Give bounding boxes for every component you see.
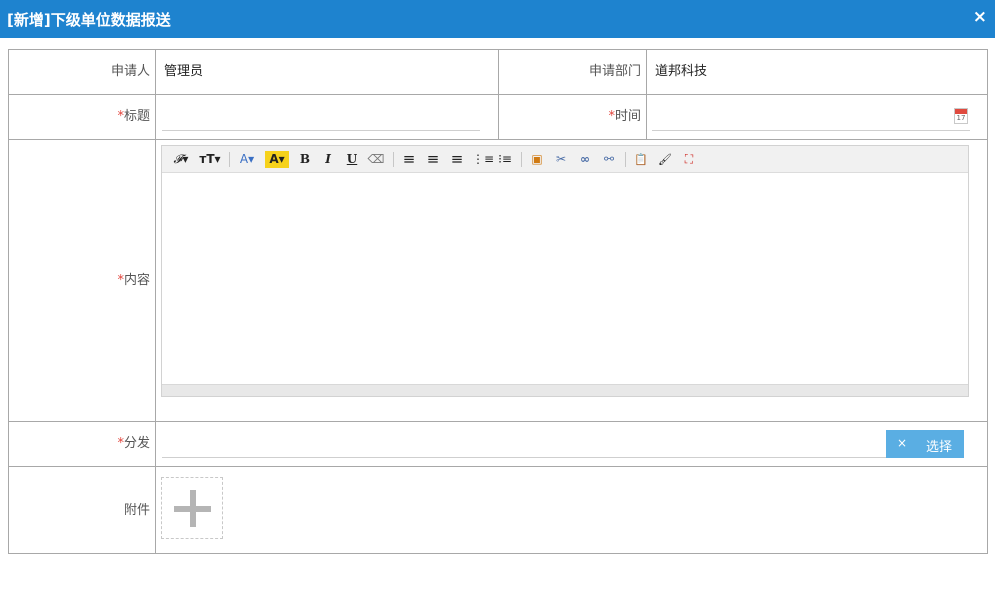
highlight-color-icon[interactable]: A▾ bbox=[265, 151, 289, 168]
distribute-input-underline bbox=[162, 457, 888, 458]
title-input[interactable] bbox=[162, 103, 480, 129]
clear-icon[interactable]: × bbox=[897, 436, 907, 450]
link-icon[interactable]: ∞ bbox=[576, 151, 594, 168]
title-input-underline bbox=[162, 130, 480, 131]
time-label: 时间 bbox=[614, 109, 641, 124]
unlink-icon[interactable]: ⚯ bbox=[600, 151, 618, 168]
content-label-cell: *内容 bbox=[9, 140, 155, 421]
unordered-list-icon[interactable]: ⁝≡ bbox=[496, 151, 514, 168]
time-cell: 17 bbox=[646, 95, 987, 139]
font-size-icon[interactable]: ᴛT▾ bbox=[198, 151, 222, 168]
ordered-list-icon[interactable]: ⋮≡ bbox=[472, 151, 494, 168]
distribute-label-cell: *分发 bbox=[9, 422, 155, 466]
paste-icon[interactable]: 📋 bbox=[632, 151, 650, 168]
content-label: 内容 bbox=[123, 273, 150, 288]
underline-icon[interactable]: U bbox=[344, 151, 360, 168]
time-label-cell: *时间 bbox=[498, 95, 646, 139]
font-family-icon[interactable]: 𝓕▾ bbox=[170, 151, 192, 168]
attachment-cell bbox=[155, 467, 987, 554]
dialog-titlebar: [新增]下级单位数据报送 × bbox=[0, 0, 995, 38]
editor-statusbar bbox=[162, 384, 968, 396]
upload-add-button[interactable] bbox=[161, 477, 223, 539]
bold-icon[interactable]: B bbox=[297, 151, 313, 168]
fullscreen-icon[interactable]: ⛶ bbox=[680, 151, 698, 168]
attachment-label: 附件 bbox=[123, 503, 150, 518]
time-input-underline bbox=[652, 130, 970, 131]
department-value: 道邦科技 bbox=[646, 50, 987, 94]
align-center-icon[interactable]: ≡ bbox=[424, 151, 442, 168]
applicant-label: 申请人 bbox=[110, 64, 150, 79]
distribute-cell bbox=[155, 422, 987, 466]
applicant-value: 管理员 bbox=[155, 50, 498, 94]
title-label: 标题 bbox=[123, 109, 150, 124]
rich-text-editor: 𝓕▾ ᴛT▾ A▾ A▾ B I U ⌫ ≡ ≡ ≡ ⋮≡ ⁝≡ ▣ ✂ ∞ ⚯ bbox=[161, 145, 969, 397]
brush-icon[interactable]: 🖌 bbox=[656, 151, 674, 168]
report-form: 申请人 管理员 申请部门 道邦科技 *标题 *时间 17 *内容 𝓕▾ ᴛT▾ bbox=[8, 49, 988, 554]
dialog-title: [新增]下级单位数据报送 bbox=[7, 11, 171, 29]
italic-icon[interactable]: I bbox=[320, 151, 336, 168]
select-button[interactable]: 选择 bbox=[926, 436, 952, 455]
title-label-cell: *标题 bbox=[9, 95, 155, 139]
eraser-icon[interactable]: ⌫ bbox=[367, 151, 385, 168]
calendar-icon[interactable]: 17 bbox=[954, 108, 968, 124]
close-icon[interactable]: × bbox=[973, 7, 987, 27]
applicant-row: 申请人 管理员 申请部门 道邦科技 bbox=[9, 50, 987, 95]
insert-image-icon[interactable]: ▣ bbox=[528, 151, 546, 168]
align-right-icon[interactable]: ≡ bbox=[448, 151, 466, 168]
editor-toolbar: 𝓕▾ ᴛT▾ A▾ A▾ B I U ⌫ ≡ ≡ ≡ ⋮≡ ⁝≡ ▣ ✂ ∞ ⚯ bbox=[162, 146, 968, 173]
scissors-icon[interactable]: ✂ bbox=[552, 151, 570, 168]
department-label: 申请部门 bbox=[498, 50, 646, 94]
distribute-label: 分发 bbox=[123, 436, 150, 451]
align-left-icon[interactable]: ≡ bbox=[400, 151, 418, 168]
distribute-input[interactable] bbox=[162, 430, 880, 456]
time-input[interactable] bbox=[652, 103, 952, 129]
content-row: *内容 𝓕▾ ᴛT▾ A▾ A▾ B I U ⌫ ≡ ≡ ≡ ⋮≡ ⁝≡ ▣ ✂… bbox=[9, 140, 987, 422]
distribute-button-group: × 选择 bbox=[886, 430, 964, 458]
attachment-row: 附件 bbox=[9, 467, 987, 554]
title-row: *标题 *时间 17 bbox=[9, 95, 987, 140]
editor-content-area[interactable] bbox=[162, 173, 968, 384]
font-color-icon[interactable]: A▾ bbox=[237, 151, 257, 168]
title-cell bbox=[155, 95, 498, 139]
distribute-row: *分发 × 选择 bbox=[9, 422, 987, 467]
